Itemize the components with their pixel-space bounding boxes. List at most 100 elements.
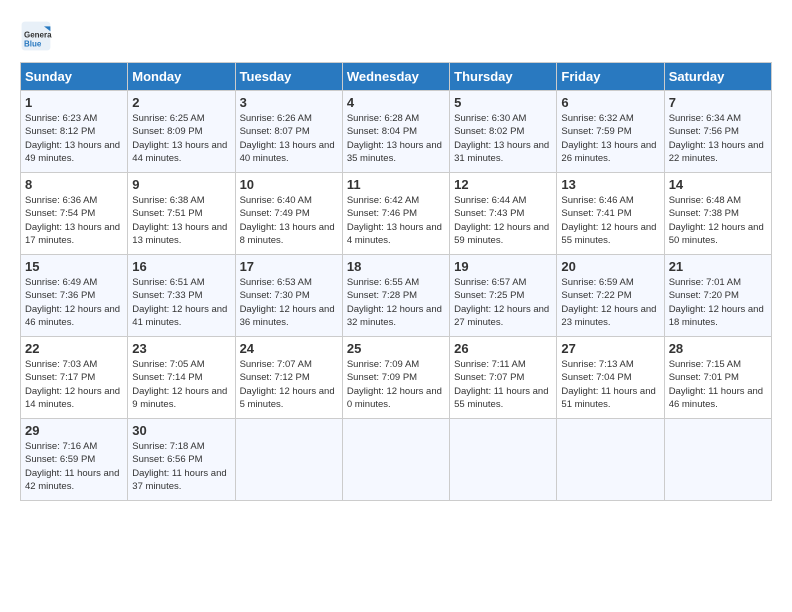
cell-content: Sunrise: 6:57 AMSunset: 7:25 PMDaylight:…	[454, 276, 552, 329]
day-number: 23	[132, 341, 230, 356]
cell-content: Sunrise: 6:38 AMSunset: 7:51 PMDaylight:…	[132, 194, 230, 247]
page-header: General Blue	[20, 20, 772, 52]
day-number: 1	[25, 95, 123, 110]
cell-content: Sunrise: 6:34 AMSunset: 7:56 PMDaylight:…	[669, 112, 767, 165]
day-number: 15	[25, 259, 123, 274]
col-header-saturday: Saturday	[664, 63, 771, 91]
calendar-cell: 5 Sunrise: 6:30 AMSunset: 8:02 PMDaylight…	[450, 91, 557, 173]
calendar-cell: 18 Sunrise: 6:55 AMSunset: 7:28 PMDayligh…	[342, 255, 449, 337]
calendar-cell: 8 Sunrise: 6:36 AMSunset: 7:54 PMDaylight…	[21, 173, 128, 255]
calendar-cell: 11 Sunrise: 6:42 AMSunset: 7:46 PMDayligh…	[342, 173, 449, 255]
calendar-cell: 19 Sunrise: 6:57 AMSunset: 7:25 PMDayligh…	[450, 255, 557, 337]
calendar-cell: 28 Sunrise: 7:15 AMSunset: 7:01 PMDayligh…	[664, 337, 771, 419]
calendar-cell	[664, 419, 771, 501]
calendar-cell: 23 Sunrise: 7:05 AMSunset: 7:14 PMDayligh…	[128, 337, 235, 419]
col-header-tuesday: Tuesday	[235, 63, 342, 91]
col-header-monday: Monday	[128, 63, 235, 91]
calendar-cell: 2 Sunrise: 6:25 AMSunset: 8:09 PMDaylight…	[128, 91, 235, 173]
calendar-cell: 4 Sunrise: 6:28 AMSunset: 8:04 PMDaylight…	[342, 91, 449, 173]
day-number: 26	[454, 341, 552, 356]
day-number: 28	[669, 341, 767, 356]
cell-content: Sunrise: 7:05 AMSunset: 7:14 PMDaylight:…	[132, 358, 230, 411]
calendar-cell: 14 Sunrise: 6:48 AMSunset: 7:38 PMDayligh…	[664, 173, 771, 255]
day-number: 11	[347, 177, 445, 192]
calendar-cell: 15 Sunrise: 6:49 AMSunset: 7:36 PMDayligh…	[21, 255, 128, 337]
day-number: 24	[240, 341, 338, 356]
calendar-cell: 24 Sunrise: 7:07 AMSunset: 7:12 PMDayligh…	[235, 337, 342, 419]
calendar-cell: 1 Sunrise: 6:23 AMSunset: 8:12 PMDaylight…	[21, 91, 128, 173]
calendar-cell: 26 Sunrise: 7:11 AMSunset: 7:07 PMDayligh…	[450, 337, 557, 419]
cell-content: Sunrise: 6:32 AMSunset: 7:59 PMDaylight:…	[561, 112, 659, 165]
logo-icon: General Blue	[20, 20, 52, 52]
calendar-cell: 16Sunrise: 6:51 AMSunset: 7:33 PMDayligh…	[128, 255, 235, 337]
calendar-cell: 12 Sunrise: 6:44 AMSunset: 7:43 PMDayligh…	[450, 173, 557, 255]
cell-content: Sunrise: 6:25 AMSunset: 8:09 PMDaylight:…	[132, 112, 230, 165]
cell-content: Sunrise: 6:26 AMSunset: 8:07 PMDaylight:…	[240, 112, 338, 165]
day-number: 29	[25, 423, 123, 438]
calendar-cell: 29 Sunrise: 7:16 AMSunset: 6:59 PMDayligh…	[21, 419, 128, 501]
calendar-cell: 22 Sunrise: 7:03 AMSunset: 7:17 PMDayligh…	[21, 337, 128, 419]
day-number: 6	[561, 95, 659, 110]
day-number: 19	[454, 259, 552, 274]
col-header-friday: Friday	[557, 63, 664, 91]
day-number: 2	[132, 95, 230, 110]
calendar-cell	[235, 419, 342, 501]
day-number: 4	[347, 95, 445, 110]
cell-content: Sunrise: 6:55 AMSunset: 7:28 PMDaylight:…	[347, 276, 445, 329]
calendar-cell: 30 Sunrise: 7:18 AMSunset: 6:56 PMDayligh…	[128, 419, 235, 501]
cell-content: Sunrise: 7:18 AMSunset: 6:56 PMDaylight:…	[132, 440, 230, 493]
svg-text:General: General	[24, 31, 52, 40]
cell-content: Sunrise: 6:53 AMSunset: 7:30 PMDaylight:…	[240, 276, 338, 329]
cell-content: Sunrise: 7:16 AMSunset: 6:59 PMDaylight:…	[25, 440, 123, 493]
day-number: 10	[240, 177, 338, 192]
cell-content: Sunrise: 6:46 AMSunset: 7:41 PMDaylight:…	[561, 194, 659, 247]
cell-content: Sunrise: 7:11 AMSunset: 7:07 PMDaylight:…	[454, 358, 552, 411]
cell-content: Sunrise: 6:44 AMSunset: 7:43 PMDaylight:…	[454, 194, 552, 247]
day-number: 17	[240, 259, 338, 274]
day-number: 8	[25, 177, 123, 192]
calendar-cell: 25Sunrise: 7:09 AMSunset: 7:09 PMDayligh…	[342, 337, 449, 419]
cell-content: Sunrise: 6:42 AMSunset: 7:46 PMDaylight:…	[347, 194, 445, 247]
cell-content: Sunrise: 6:36 AMSunset: 7:54 PMDaylight:…	[25, 194, 123, 247]
calendar-cell: 6 Sunrise: 6:32 AMSunset: 7:59 PMDaylight…	[557, 91, 664, 173]
calendar-cell	[450, 419, 557, 501]
day-number: 5	[454, 95, 552, 110]
cell-content: Sunrise: 6:49 AMSunset: 7:36 PMDaylight:…	[25, 276, 123, 329]
day-number: 7	[669, 95, 767, 110]
calendar-table: SundayMondayTuesdayWednesdayThursdayFrid…	[20, 62, 772, 501]
cell-content: Sunrise: 6:59 AMSunset: 7:22 PMDaylight:…	[561, 276, 659, 329]
cell-content: Sunrise: 6:40 AMSunset: 7:49 PMDaylight:…	[240, 194, 338, 247]
day-number: 13	[561, 177, 659, 192]
logo: General Blue	[20, 20, 56, 52]
day-number: 30	[132, 423, 230, 438]
cell-content: Sunrise: 7:13 AMSunset: 7:04 PMDaylight:…	[561, 358, 659, 411]
day-number: 16	[132, 259, 230, 274]
day-number: 9	[132, 177, 230, 192]
day-number: 12	[454, 177, 552, 192]
svg-text:Blue: Blue	[24, 39, 42, 48]
cell-content: Sunrise: 7:15 AMSunset: 7:01 PMDaylight:…	[669, 358, 767, 411]
day-number: 22	[25, 341, 123, 356]
calendar-cell: 7 Sunrise: 6:34 AMSunset: 7:56 PMDaylight…	[664, 91, 771, 173]
cell-content: Sunrise: 6:48 AMSunset: 7:38 PMDaylight:…	[669, 194, 767, 247]
cell-content: Sunrise: 7:03 AMSunset: 7:17 PMDaylight:…	[25, 358, 123, 411]
calendar-cell: 10 Sunrise: 6:40 AMSunset: 7:49 PMDayligh…	[235, 173, 342, 255]
cell-content: Sunrise: 6:30 AMSunset: 8:02 PMDaylight:…	[454, 112, 552, 165]
day-number: 20	[561, 259, 659, 274]
day-number: 27	[561, 341, 659, 356]
calendar-cell: 27 Sunrise: 7:13 AMSunset: 7:04 PMDayligh…	[557, 337, 664, 419]
day-number: 3	[240, 95, 338, 110]
calendar-cell: 9 Sunrise: 6:38 AMSunset: 7:51 PMDaylight…	[128, 173, 235, 255]
cell-content: Sunrise: 7:01 AMSunset: 7:20 PMDaylight:…	[669, 276, 767, 329]
calendar-cell: 20 Sunrise: 6:59 AMSunset: 7:22 PMDayligh…	[557, 255, 664, 337]
calendar-cell: 21Sunrise: 7:01 AMSunset: 7:20 PMDayligh…	[664, 255, 771, 337]
cell-content: Sunrise: 7:07 AMSunset: 7:12 PMDaylight:…	[240, 358, 338, 411]
calendar-cell: 3 Sunrise: 6:26 AMSunset: 8:07 PMDaylight…	[235, 91, 342, 173]
cell-content: Sunrise: 6:23 AMSunset: 8:12 PMDaylight:…	[25, 112, 123, 165]
day-number: 14	[669, 177, 767, 192]
col-header-sunday: Sunday	[21, 63, 128, 91]
col-header-thursday: Thursday	[450, 63, 557, 91]
day-number: 18	[347, 259, 445, 274]
cell-content: Sunrise: 7:09 AMSunset: 7:09 PMDaylight:…	[347, 358, 445, 411]
cell-content: Sunrise: 6:28 AMSunset: 8:04 PMDaylight:…	[347, 112, 445, 165]
